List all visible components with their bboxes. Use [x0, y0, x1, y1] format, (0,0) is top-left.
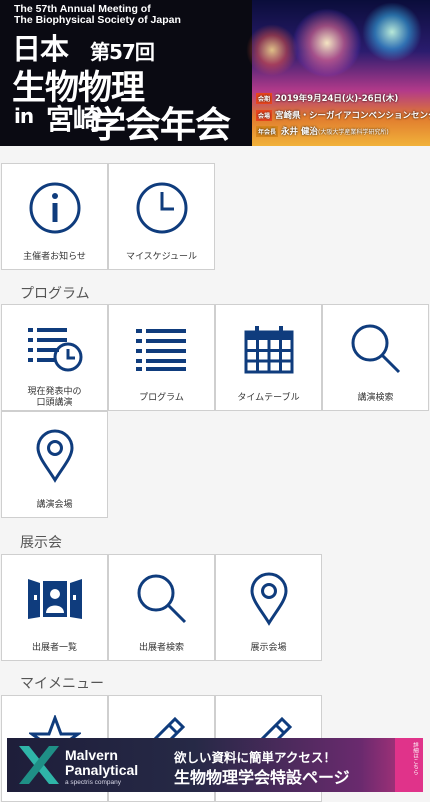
date-tag: 会期	[256, 93, 273, 104]
exhibitor-list-label: 出展者一覧	[31, 643, 77, 653]
talk-venue-tile[interactable]: 講演会場	[1, 411, 108, 518]
my-schedule-tile[interactable]: マイスケジュール	[108, 163, 215, 270]
current-oral-talks-label: 現在発表中の 口頭講演	[27, 387, 82, 408]
program-label: プログラム	[139, 393, 184, 403]
ad-ribbon-label: 詳細はこちら	[412, 742, 418, 775]
ad-details-ribbon[interactable]: 詳細はこちら	[395, 738, 423, 792]
firework-burst	[246, 24, 298, 76]
talk-search-tile[interactable]: 講演検索	[322, 304, 429, 411]
banner-in: in	[14, 104, 34, 128]
current-oral-talks-tile[interactable]: 現在発表中の 口頭講演	[1, 304, 108, 411]
banner-english-title: The 57th Annual Meeting of The Biophysic…	[14, 4, 181, 26]
calendar-icon	[244, 326, 293, 374]
banner-date: 2019年9月24日(火)-26日(木)	[275, 94, 399, 104]
info-icon	[29, 182, 80, 234]
timetable-tile[interactable]: タイムテーブル	[215, 304, 322, 411]
section-title-program: プログラム	[20, 286, 90, 302]
banner-chair-affiliation: (大阪大学産業科学研究所)	[317, 129, 389, 136]
timetable-label: タイムテーブル	[237, 393, 300, 403]
malvern-logo-icon	[19, 746, 59, 784]
banner-chair: 永井 健治	[281, 127, 318, 137]
search-icon	[137, 574, 186, 624]
banner-venue-row: 会場 宮崎県・シーガイアコンベンションセンター	[256, 109, 430, 121]
exhibitor-search-tile[interactable]: 出展者検索	[108, 554, 215, 661]
program-tile[interactable]: プログラム	[108, 304, 215, 411]
chair-tag: 年会長	[256, 126, 279, 137]
list-icon	[135, 329, 186, 371]
exhibitor-booth-icon	[27, 579, 82, 619]
list-clock-icon	[27, 328, 82, 372]
ad-brand-subtitle: a spectris company	[65, 779, 121, 786]
firework-burst	[292, 8, 362, 78]
ad-brand-line-2: Panalytical	[65, 762, 139, 778]
venue-tag: 会場	[256, 110, 273, 121]
map-pin-icon	[249, 572, 288, 626]
exhibition-venue-tile[interactable]: 展示会場	[215, 554, 322, 661]
banner-chair-row: 年会長 永井 健治(大阪大学産業科学研究所)	[256, 125, 389, 137]
ad-brand-line-1: Malvern	[65, 747, 118, 763]
section-title-my-menu: マイメニュー	[20, 676, 104, 692]
banner-english-line-2: The Biophysical Society of Japan	[14, 14, 181, 26]
search-icon	[351, 324, 400, 374]
talk-search-label: 講演検索	[357, 393, 394, 403]
conference-banner: The 57th Annual Meeting of The Biophysic…	[0, 0, 430, 146]
exhibitor-search-label: 出展者検索	[138, 643, 184, 653]
firework-burst	[362, 2, 422, 62]
my-schedule-label: マイスケジュール	[125, 252, 198, 262]
banner-date-row: 会期 2019年9月24日(火)-26日(木)	[256, 92, 398, 104]
organizer-news-tile[interactable]: 主催者お知らせ	[1, 163, 108, 270]
exhibitor-list-tile[interactable]: 出展者一覧	[1, 554, 108, 661]
clock-icon	[136, 182, 187, 234]
talk-venue-label: 講演会場	[36, 500, 73, 510]
organizer-news-label: 主催者お知らせ	[23, 252, 86, 262]
ad-subheadline: 生物物理学会特設ページ	[174, 768, 350, 787]
malvern-panalytical-ad-banner[interactable]: Malvern Panalytical a spectris company 欲…	[7, 738, 423, 792]
section-title-exhibition: 展示会	[20, 535, 62, 551]
map-pin-icon	[35, 429, 74, 483]
banner-jp-line-3: 学会年会	[90, 105, 231, 146]
exhibition-venue-label: 展示会場	[250, 643, 287, 653]
banner-title-area: The 57th Annual Meeting of The Biophysic…	[0, 0, 252, 146]
banner-venue: 宮崎県・シーガイアコンベンションセンター	[275, 111, 430, 121]
ad-brand-name: Malvern Panalytical	[65, 748, 138, 778]
